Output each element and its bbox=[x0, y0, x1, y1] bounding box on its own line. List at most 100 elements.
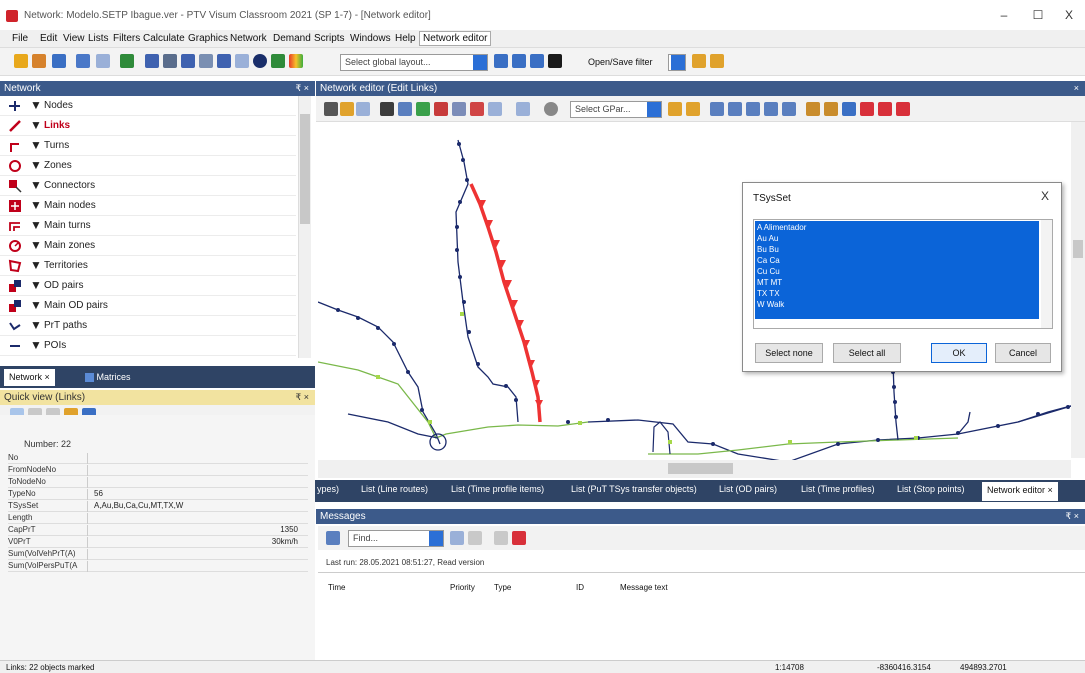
quick-view-row[interactable]: FromNodeNo bbox=[8, 465, 308, 476]
save-icon[interactable] bbox=[52, 54, 66, 68]
network-item-main-od-pairs[interactable]: ▼ Main OD pairs bbox=[0, 296, 296, 316]
quick-view-row[interactable]: TypeNo 56 bbox=[8, 489, 308, 500]
circle-icon[interactable] bbox=[253, 54, 267, 68]
network-item-od-pairs[interactable]: ▼ OD pairs bbox=[0, 276, 296, 296]
filter-icon[interactable] bbox=[199, 54, 213, 68]
filter-icon[interactable]: ▼ bbox=[30, 178, 42, 192]
color-icon[interactable] bbox=[289, 54, 303, 68]
network-item-pois[interactable]: ▼ POIs bbox=[0, 336, 296, 356]
list-icon[interactable] bbox=[181, 54, 195, 68]
column-time[interactable]: Time bbox=[328, 583, 345, 592]
filter-icon[interactable]: ▼ bbox=[30, 138, 42, 152]
column-priority[interactable]: Priority bbox=[450, 583, 475, 592]
quick-view-row[interactable]: ToNodeNo bbox=[8, 477, 308, 488]
run-icon[interactable] bbox=[120, 54, 134, 68]
network-item-connectors[interactable]: ▼ Connectors bbox=[0, 176, 296, 196]
tab-matrices[interactable]: Matrices bbox=[80, 369, 136, 386]
filter-icon[interactable]: ▼ bbox=[30, 338, 42, 352]
network-item-zones[interactable]: ▼ Zones bbox=[0, 156, 296, 176]
save-filter-icon[interactable] bbox=[710, 54, 724, 68]
marking-off-icon[interactable] bbox=[470, 102, 484, 116]
filter-icon[interactable]: ▼ bbox=[30, 158, 42, 172]
network-link[interactable] bbox=[318, 361, 589, 439]
attribute-value[interactable]: 56 bbox=[94, 489, 298, 498]
roundabout[interactable] bbox=[429, 433, 447, 451]
global-layout-combo[interactable]: Select global layout... bbox=[340, 54, 488, 71]
settings-icon[interactable] bbox=[494, 531, 508, 545]
column-type[interactable]: Type bbox=[494, 583, 511, 592]
menu-network[interactable]: Network bbox=[230, 33, 267, 44]
menu-graphics[interactable]: Graphics bbox=[188, 33, 228, 44]
open-icon[interactable] bbox=[32, 54, 46, 68]
grid-view-icon[interactable] bbox=[878, 102, 892, 116]
tsys-option[interactable]: TX TX bbox=[757, 288, 806, 299]
close-icon[interactable]: × bbox=[45, 372, 50, 382]
spread-icon[interactable] bbox=[452, 102, 466, 116]
close-icon[interactable]: × bbox=[1074, 81, 1079, 96]
network-link[interactable] bbox=[587, 403, 1079, 463]
maximize-button[interactable]: ☐ bbox=[1024, 6, 1052, 24]
print-icon[interactable] bbox=[488, 102, 502, 116]
edit-icon[interactable] bbox=[468, 531, 482, 545]
network-item-main-turns[interactable]: ▼ Main turns bbox=[0, 216, 296, 236]
filter-icon[interactable]: ▼ bbox=[30, 278, 42, 292]
marking-icon[interactable] bbox=[434, 102, 448, 116]
filter-combo[interactable] bbox=[668, 54, 686, 71]
new-version-icon[interactable] bbox=[14, 54, 28, 68]
attribute-value[interactable]: A,Au,Bu,Ca,Cu,MT,TX,W bbox=[94, 501, 298, 510]
quick-view-pin[interactable]: ₹ × bbox=[296, 390, 309, 405]
network-item-nodes[interactable]: ▼ Nodes bbox=[0, 96, 296, 116]
menu-demand[interactable]: Demand bbox=[273, 33, 311, 44]
network-link[interactable] bbox=[648, 437, 959, 455]
menu-calculate[interactable]: Calculate bbox=[143, 33, 185, 44]
open-filter-icon[interactable] bbox=[692, 54, 706, 68]
zoom-icon[interactable] bbox=[710, 102, 724, 116]
tsys-option[interactable]: Bu Bu bbox=[757, 244, 806, 255]
tsys-option[interactable]: Ca Ca bbox=[757, 255, 806, 266]
menu-file[interactable]: File bbox=[12, 33, 28, 44]
zoom-in-icon[interactable] bbox=[728, 102, 742, 116]
save-gpar-icon[interactable] bbox=[686, 102, 700, 116]
select-icon[interactable] bbox=[340, 102, 354, 116]
network-item-main-zones[interactable]: ▼ Main zones bbox=[0, 236, 296, 256]
minimize-button[interactable]: – bbox=[990, 6, 1018, 24]
menu-scripts[interactable]: Scripts bbox=[314, 33, 345, 44]
filter-funnel-icon[interactable] bbox=[548, 54, 562, 68]
stop-icon[interactable] bbox=[860, 102, 874, 116]
tsys-option[interactable]: MT MT bbox=[757, 277, 806, 288]
filter-messages-icon[interactable] bbox=[326, 531, 340, 545]
find-combo[interactable]: Find... bbox=[348, 530, 444, 547]
graphic-params-icon[interactable] bbox=[145, 54, 159, 68]
redo-icon[interactable] bbox=[96, 54, 110, 68]
network-list-scrollbar[interactable] bbox=[298, 96, 311, 358]
open-gpar-icon[interactable] bbox=[668, 102, 682, 116]
select-all-button[interactable]: Select all bbox=[833, 343, 901, 363]
clear-icon[interactable] bbox=[512, 531, 526, 545]
scroll-thumb[interactable] bbox=[1073, 240, 1083, 258]
messages-pin[interactable]: ₹ × bbox=[1066, 509, 1079, 524]
legend-list-icon[interactable] bbox=[416, 102, 430, 116]
move-icon[interactable] bbox=[324, 102, 338, 116]
matrix-icon[interactable] bbox=[217, 54, 231, 68]
binoculars-icon[interactable] bbox=[380, 102, 394, 116]
quick-view-row[interactable]: CapPrT 1350 bbox=[8, 525, 308, 536]
network-item-territories[interactable]: ▼ Territories bbox=[0, 256, 296, 276]
filter-icon[interactable]: ▼ bbox=[30, 198, 42, 212]
ok-button[interactable]: OK bbox=[931, 343, 987, 363]
quick-view-row[interactable]: Length bbox=[8, 513, 308, 524]
full-view-icon[interactable] bbox=[782, 102, 796, 116]
record-icon[interactable] bbox=[544, 102, 558, 116]
network-item-prt-paths[interactable]: ▼ PrT paths bbox=[0, 316, 296, 336]
filter-icon[interactable]: ▼ bbox=[30, 118, 42, 132]
tab-time-profile-items[interactable]: List (Time profile items) bbox=[451, 484, 544, 500]
quick-view-row[interactable]: Sum(VolPersPuT(A bbox=[8, 561, 308, 572]
network-link[interactable] bbox=[652, 421, 671, 455]
cancel-button[interactable]: Cancel bbox=[995, 343, 1051, 363]
tsys-option[interactable]: Au Au bbox=[757, 233, 806, 244]
menu-filters[interactable]: Filters bbox=[113, 33, 140, 44]
quick-view-row[interactable]: TSysSet A,Au,Bu,Ca,Cu,MT,TX,W bbox=[8, 501, 308, 512]
export-icon[interactable] bbox=[516, 102, 530, 116]
menu-view[interactable]: View bbox=[63, 33, 85, 44]
filter-icon[interactable]: ▼ bbox=[30, 258, 42, 272]
filter-icon[interactable]: ▼ bbox=[30, 98, 42, 112]
